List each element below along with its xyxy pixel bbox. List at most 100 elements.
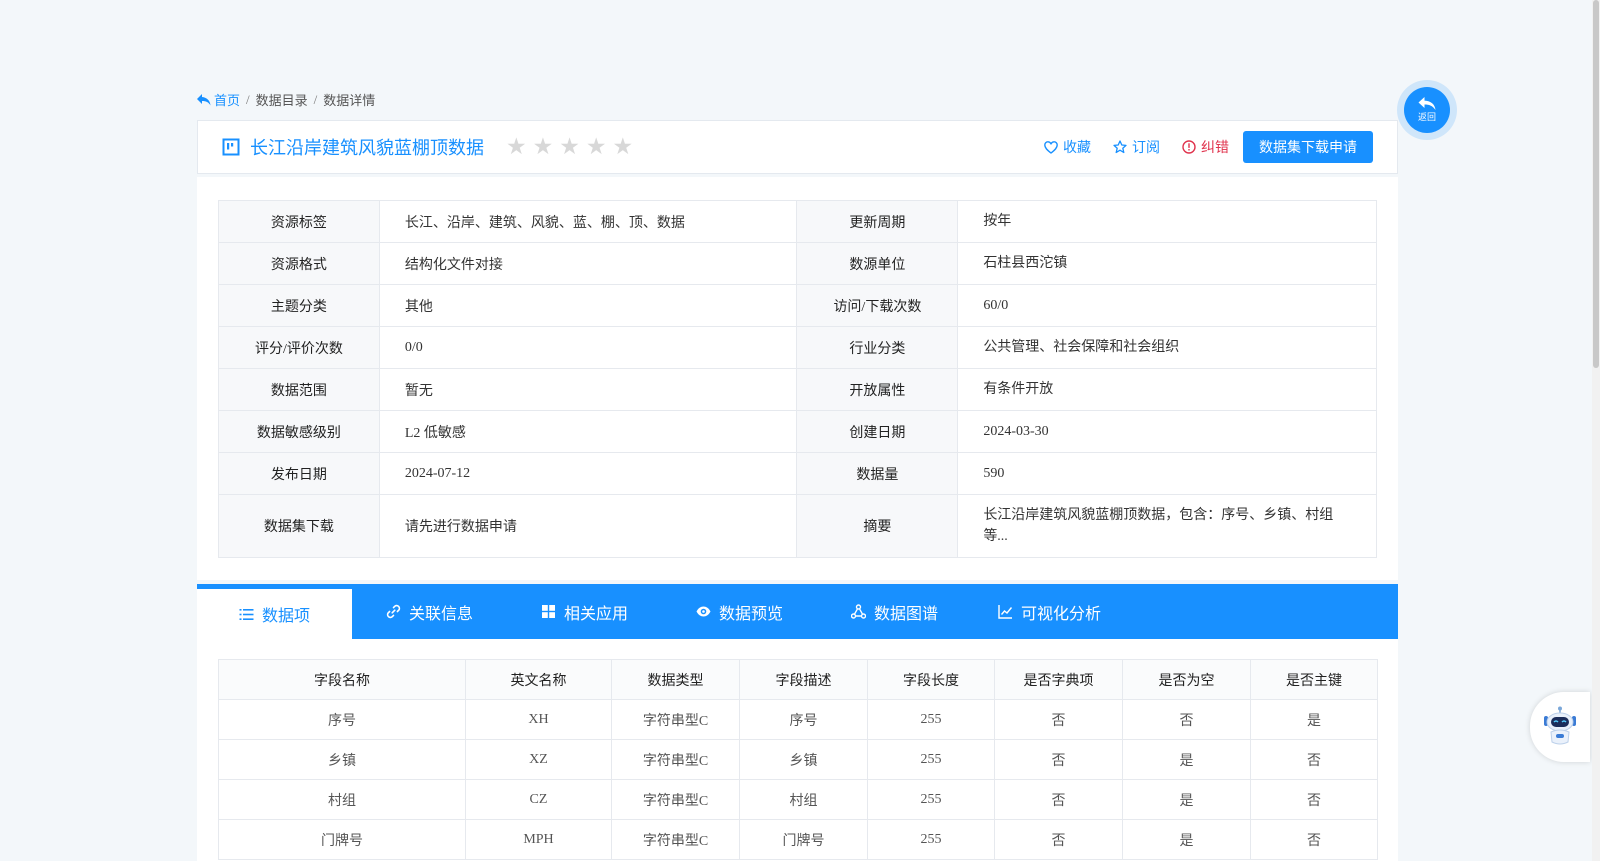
page-scrollbar[interactable]: [1592, 0, 1600, 861]
list-icon: [239, 608, 254, 620]
tab-label: 数据图谱: [873, 605, 938, 623]
breadcrumb-separator: /: [313, 91, 318, 107]
table-cell: 否: [994, 739, 1123, 780]
back-label: 返回: [1417, 113, 1436, 123]
table-cell: 否: [1250, 739, 1378, 780]
info-row: 数据敏感级别 L2 低敏感 创建日期 2024-03-30: [218, 410, 1377, 453]
table-row: 门牌号 MPH 字符串型C 门牌号 255 否是否: [218, 819, 1378, 860]
table-cell: 否: [1250, 779, 1378, 820]
table-cell: 否: [994, 699, 1123, 740]
info-value: 2024-03-30: [957, 410, 1377, 453]
tab-visual-analysis[interactable]: 可视化分析: [972, 584, 1127, 639]
dataset-info-table: 资源标签 长江、沿岸、建筑、风貌、蓝、棚、顶、数据 更新周期 按年 资源格式 结构化文件对…: [218, 200, 1377, 558]
info-label: 更新周期: [796, 200, 959, 243]
info-value: 按年: [957, 200, 1377, 243]
star-icon[interactable]: ★: [559, 135, 580, 159]
table-cell: 乡镇: [739, 739, 868, 780]
table-cell: 255: [867, 779, 995, 820]
star-icon[interactable]: ★: [533, 135, 554, 159]
column-header: 字段名称: [218, 659, 466, 700]
info-row: 数据范围 暂无 开放属性 有条件开放: [218, 368, 1377, 411]
favorite-button[interactable]: 收藏: [1044, 137, 1091, 157]
table-cell: 是: [1122, 819, 1251, 860]
back-button-inner: 返回: [1404, 87, 1450, 133]
header-actions: 收藏 订阅 纠错 数据集下载申请: [1044, 131, 1373, 163]
robot-icon: [1544, 706, 1576, 745]
tab-data-preview[interactable]: 数据预览: [662, 584, 817, 639]
star-icon[interactable]: ★: [586, 135, 607, 159]
tab-label: 相关应用: [563, 605, 628, 623]
link-icon: [386, 604, 401, 619]
info-label: 数据量: [796, 452, 959, 495]
table-cell: 门牌号: [218, 819, 466, 860]
info-label: 数源单位: [796, 242, 959, 285]
info-label: 数据敏感级别: [218, 410, 380, 453]
dataset-icon: [222, 138, 240, 156]
info-value: 公共管理、社会保障和社会组织: [957, 326, 1377, 369]
report-error-button[interactable]: 纠错: [1182, 137, 1229, 157]
table-cell: 序号: [739, 699, 868, 740]
info-row: 主题分类 其他 访问/下载次数 60/0: [218, 284, 1377, 327]
table-cell: 字符串型C: [611, 779, 740, 820]
table-cell: 字符串型C: [611, 739, 740, 780]
tab-data-graph[interactable]: 数据图谱: [817, 584, 972, 639]
info-value: 有条件开放: [957, 368, 1377, 411]
breadcrumb-home-link[interactable]: 首页: [197, 90, 240, 109]
tab-related-info[interactable]: 关联信息: [352, 584, 507, 639]
info-label: 数据集下载: [218, 494, 380, 558]
info-value: 60/0: [957, 284, 1377, 327]
table-cell: MPH: [465, 819, 612, 860]
info-row: 发布日期 2024-07-12 数据量 590: [218, 452, 1377, 495]
rating-stars[interactable]: ★ ★ ★ ★ ★: [506, 135, 634, 159]
tab-label: 数据预览: [718, 605, 783, 623]
heart-icon: [1044, 140, 1058, 154]
breadcrumb-home-label: 首页: [214, 93, 241, 108]
tab-data-items[interactable]: 数据项: [197, 584, 352, 639]
breadcrumb-current: 数据详情: [323, 93, 376, 108]
subscribe-label: 订阅: [1132, 141, 1160, 156]
info-label: 资源标签: [218, 200, 380, 243]
column-header: 英文名称: [465, 659, 612, 700]
breadcrumb-separator: /: [246, 91, 250, 107]
title-bar: 长江沿岸建筑风貌蓝棚顶数据 ★ ★ ★ ★ ★ 收藏 订阅 纠错 数据集下载申请: [197, 120, 1398, 174]
dataset-info-panel: 资源标签 长江、沿岸、建筑、风貌、蓝、棚、顶、数据 更新周期 按年 资源格式 结构化文件对…: [197, 177, 1398, 580]
back-button[interactable]: 返回: [1397, 80, 1457, 140]
table-cell: 255: [867, 739, 995, 780]
column-header: 是否主键: [1250, 659, 1378, 700]
info-label: 访问/下载次数: [796, 284, 959, 327]
table-row: 村组 CZ 字符串型C 村组 255 否是否: [218, 779, 1378, 820]
alert-circle-icon: [1182, 140, 1196, 154]
info-label: 行业分类: [796, 326, 959, 369]
info-value: 590: [957, 452, 1377, 495]
column-header: 数据类型: [611, 659, 740, 700]
data-items-table: 字段名称 英文名称 数据类型 字段描述 字段长度 是否字典项 是否为空 是否主键 序号 XH 字符…: [218, 659, 1378, 860]
tab-label: 数据项: [261, 608, 310, 625]
grid-icon: [541, 605, 555, 618]
ai-assistant-button[interactable]: [1530, 692, 1590, 762]
table-cell: 村组: [739, 779, 868, 820]
star-icon[interactable]: ★: [506, 135, 527, 159]
info-value: 其他: [378, 284, 798, 327]
info-value: 0/0: [378, 326, 798, 369]
report-error-label: 纠错: [1201, 141, 1229, 156]
table-cell: CZ: [465, 779, 612, 820]
scrollbar-thumb[interactable]: [1593, 0, 1599, 368]
table-cell: 序号: [218, 699, 466, 740]
info-value: 2024-07-12: [378, 452, 798, 495]
eye-icon: [696, 606, 711, 617]
table-cell: 255: [867, 699, 995, 740]
return-arrow-icon: [1418, 97, 1436, 110]
column-header: 字段长度: [867, 659, 995, 700]
info-label: 评分/评价次数: [218, 326, 380, 369]
subscribe-button[interactable]: 订阅: [1113, 137, 1160, 157]
breadcrumb-catalog-link[interactable]: 数据目录: [256, 90, 308, 109]
dataset-download-apply-button[interactable]: 数据集下载申请: [1243, 131, 1373, 163]
table-cell: 255: [867, 819, 995, 860]
star-icon[interactable]: ★: [613, 135, 634, 159]
tab-label: 关联信息: [408, 605, 473, 623]
line-chart-icon: [998, 605, 1013, 619]
tab-related-apps[interactable]: 相关应用: [507, 584, 662, 639]
info-value: 长江沿岸建筑风貌蓝棚顶数据，包含：序号、乡镇、村组等...: [957, 494, 1377, 558]
info-label: 发布日期: [218, 452, 380, 495]
info-label: 资源格式: [218, 242, 380, 285]
